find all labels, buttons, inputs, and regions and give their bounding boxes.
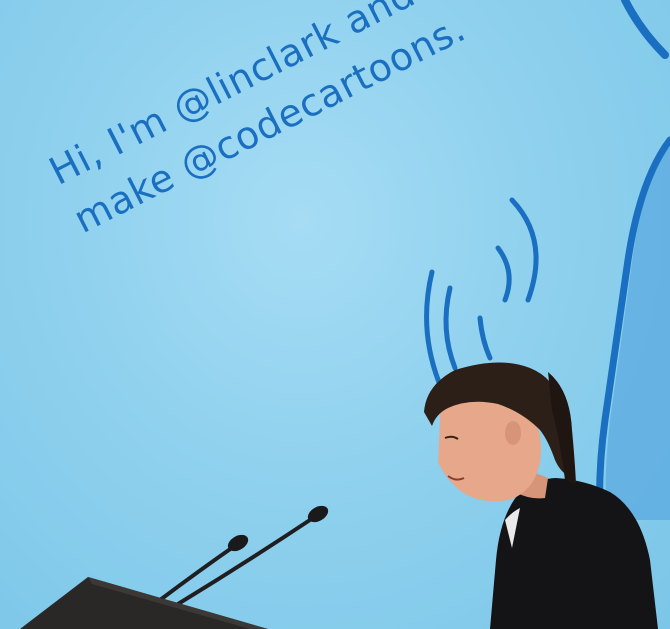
- presentation-photo: Hi, I'm @linclark and I make @codecartoo…: [0, 0, 670, 629]
- scene-art: [20, 0, 670, 629]
- motion-lines: [424, 197, 539, 388]
- microphones: [158, 514, 318, 606]
- speaker-ear: [505, 421, 521, 445]
